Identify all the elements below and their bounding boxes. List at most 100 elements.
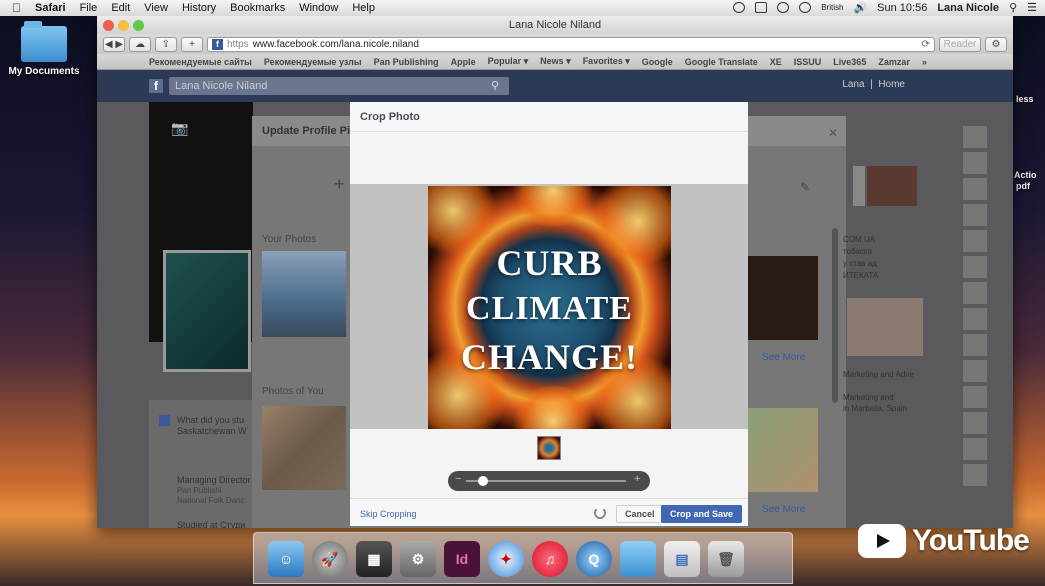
volume-icon[interactable]: 🔊 [853, 1, 867, 14]
reader-button[interactable]: Reader [939, 36, 981, 52]
menu-edit[interactable]: Edit [111, 2, 130, 14]
see-more-link-2[interactable]: See More [762, 504, 805, 515]
chat-contact[interactable] [963, 386, 987, 408]
indesign-icon[interactable]: Id [444, 541, 480, 577]
profile-picture[interactable] [163, 250, 251, 372]
bookmark-item[interactable]: Favorites ▾ [583, 56, 630, 67]
desktop-folder-my-documents[interactable]: My Documents [8, 21, 80, 77]
record-icon[interactable] [733, 2, 746, 13]
see-more-link-1[interactable]: See More [762, 352, 805, 363]
edit-pencil-icon[interactable]: ✎ [800, 180, 810, 194]
documents-folder-icon[interactable] [620, 541, 656, 577]
icloud-tabs-icon[interactable]: ☁ [129, 36, 151, 52]
zoom-slider-knob[interactable] [478, 476, 488, 486]
crop-thumbnail[interactable] [537, 436, 561, 460]
chat-contact[interactable] [963, 334, 987, 356]
notification-list-icon[interactable]: ☰ [1027, 1, 1037, 14]
bookmark-overflow[interactable]: » [922, 57, 927, 67]
trash-icon[interactable]: 🗑 [708, 541, 744, 577]
zoom-in-icon[interactable]: + [634, 473, 640, 485]
zoom-window-button[interactable] [133, 20, 144, 31]
keyboard-layout[interactable]: British [821, 3, 843, 12]
facebook-logo-icon[interactable]: f [149, 79, 163, 93]
crop-and-save-button[interactable]: Crop and Save [661, 505, 743, 523]
launchpad-icon[interactable]: 🚀 [312, 541, 348, 577]
study-prompt[interactable]: What did you stu [177, 415, 244, 425]
cancel-button[interactable]: Cancel [616, 505, 664, 523]
menu-file[interactable]: File [80, 2, 98, 14]
itunes-icon[interactable]: ♫ [532, 541, 568, 577]
bookmark-item[interactable]: Live365 [833, 57, 866, 67]
facebook-search-input[interactable]: Lana Nicole Niland [169, 77, 509, 95]
dialog-scrollbar[interactable] [832, 228, 838, 403]
camera-icon[interactable]: 📷 [171, 120, 188, 137]
bookmark-item[interactable]: Apple [451, 57, 476, 67]
spotlight-icon[interactable]: ⚲ [1009, 1, 1017, 14]
quicktime-icon[interactable]: Q [576, 541, 612, 577]
new-tab-button[interactable]: + [181, 36, 203, 52]
url-text[interactable]: www.facebook.com/lana.nicole.niland [253, 39, 419, 50]
chat-contact[interactable] [963, 178, 987, 200]
address-bar[interactable]: f https www.facebook.com/lana.nicole.nil… [207, 36, 935, 52]
menu-app-name[interactable]: Safari [35, 2, 66, 14]
zoom-slider-track[interactable] [466, 480, 626, 482]
desktop-label-right-1[interactable]: less [1016, 94, 1034, 104]
nav-home[interactable]: Home [878, 79, 905, 90]
close-window-button[interactable] [103, 20, 114, 31]
minimize-window-button[interactable] [118, 20, 129, 31]
photo-icon[interactable]: ▦ [356, 541, 392, 577]
menu-help[interactable]: Help [352, 2, 375, 14]
bookmark-item[interactable]: Рекомендуемые сайты [149, 57, 252, 67]
chat-contact[interactable] [963, 464, 987, 486]
nav-profile-link[interactable]: Lana | Home [842, 79, 905, 90]
battery-icon[interactable] [755, 2, 768, 13]
rotate-icon[interactable] [594, 507, 606, 519]
bookmark-item[interactable]: XE [770, 57, 782, 67]
printer-icon[interactable]: ▤ [664, 541, 700, 577]
close-update-dialog-icon[interactable]: ✕ [828, 126, 838, 140]
your-photo-thumbnail[interactable] [262, 251, 346, 337]
bookmark-item[interactable]: Google [642, 57, 673, 67]
menu-window[interactable]: Window [299, 2, 338, 14]
settings-gear-icon[interactable]: ⚙ [985, 36, 1007, 52]
chat-contact[interactable] [963, 204, 987, 226]
bookmark-item[interactable]: Pan Publishing [374, 57, 439, 67]
search-icon[interactable]: ⚲ [491, 79, 499, 92]
wifi-icon[interactable] [799, 2, 812, 13]
chat-contact[interactable] [963, 256, 987, 278]
zoom-out-icon[interactable]: − [455, 473, 461, 485]
finder-icon[interactable]: ☺ [268, 541, 304, 577]
chat-contact[interactable] [963, 282, 987, 304]
bookmark-item[interactable]: Zamzar [878, 57, 910, 67]
zoom-slider[interactable]: − + [448, 471, 650, 491]
crop-photo-image[interactable]: CURB CLIMATE CHANGE! [428, 186, 671, 429]
chat-contact[interactable] [963, 308, 987, 330]
chat-contact[interactable] [963, 152, 987, 174]
bookmark-item[interactable]: ISSUU [794, 57, 822, 67]
back-forward-button[interactable]: ◀ ▶ [103, 36, 125, 52]
chat-contact[interactable] [963, 360, 987, 382]
skip-cropping-link[interactable]: Skip Cropping [360, 509, 417, 519]
clock[interactable]: Sun 10:56 [877, 2, 927, 14]
safari-icon[interactable]: ✦ [488, 541, 524, 577]
chat-contact[interactable] [963, 438, 987, 460]
bookmark-item[interactable]: Popular ▾ [488, 56, 529, 67]
desktop-label-right-2[interactable]: Actio [1014, 170, 1037, 180]
desktop-label-right-3[interactable]: pdf [1016, 181, 1030, 191]
time-machine-icon[interactable] [777, 2, 790, 13]
menu-history[interactable]: History [182, 2, 216, 14]
photo-of-you-thumbnail[interactable] [262, 406, 346, 490]
menu-bookmarks[interactable]: Bookmarks [230, 2, 285, 14]
preferences-icon[interactable]: ⚙ [400, 541, 436, 577]
user-name[interactable]: Lana Nicole [937, 2, 999, 14]
suggested-photo-1[interactable] [746, 256, 818, 340]
chat-contact[interactable] [963, 230, 987, 252]
chat-contact[interactable] [963, 126, 987, 148]
add-photo-icon[interactable]: + [334, 174, 345, 195]
nav-name[interactable]: Lana [842, 79, 864, 90]
share-icon[interactable]: ⇪ [155, 36, 177, 52]
apple-menu-icon[interactable]:  [12, 1, 21, 15]
menu-view[interactable]: View [144, 2, 168, 14]
bookmark-item[interactable]: News ▾ [540, 56, 571, 67]
reload-icon[interactable]: ⟳ [922, 39, 930, 50]
